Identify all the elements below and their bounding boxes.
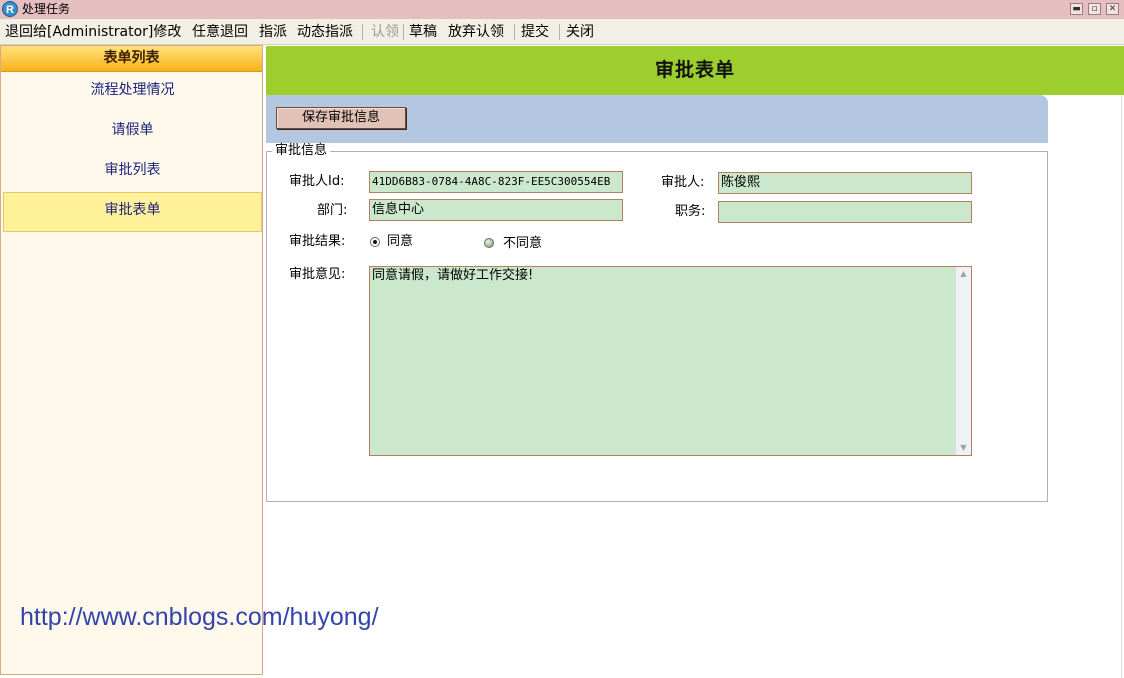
approval-opinion-label: 审批意见: bbox=[289, 267, 346, 282]
approval-result-label: 审批结果: bbox=[289, 234, 346, 249]
menu-claim[interactable]: 认领 bbox=[371, 22, 399, 42]
close-window-button[interactable]: ✕ bbox=[1106, 3, 1119, 15]
approval-opinion-text: 同意请假，请做好工作交接! bbox=[372, 268, 534, 283]
radio-agree-label[interactable]: 同意 bbox=[387, 234, 413, 250]
title-bar: R 处理任务 ▬ ▫ ✕ bbox=[0, 0, 1124, 19]
sidebar-item-approval-list[interactable]: 审批列表 bbox=[3, 152, 262, 188]
approver-id-label: 审批人Id: bbox=[289, 174, 345, 189]
window-title: 处理任务 bbox=[22, 2, 71, 16]
app-window: R 处理任务 ▬ ▫ ✕ 退回给[Administrator]修改 任意退回 指… bbox=[0, 0, 1124, 678]
menu-close[interactable]: 关闭 bbox=[566, 22, 594, 42]
watermark-url: http://www.cnblogs.com/huyong/ bbox=[20, 603, 379, 631]
position-field[interactable] bbox=[718, 201, 972, 223]
sidebar-header: 表单列表 bbox=[1, 46, 262, 72]
page-title: 审批表单 bbox=[266, 46, 1124, 95]
menu-bar: 退回给[Administrator]修改 任意退回 指派 动态指派 认领 草稿 … bbox=[0, 19, 1124, 45]
sidebar-item-process-status[interactable]: 流程处理情况 bbox=[3, 72, 262, 108]
menu-assign[interactable]: 指派 bbox=[259, 22, 287, 42]
menu-separator bbox=[362, 24, 363, 40]
radio-disagree[interactable] bbox=[484, 238, 494, 248]
radio-agree[interactable] bbox=[370, 237, 380, 247]
scroll-up-arrow-icon[interactable]: ▲ bbox=[956, 267, 971, 281]
department-label: 部门: bbox=[317, 203, 348, 218]
textarea-scrollbar[interactable]: ▲ ▼ bbox=[955, 267, 971, 455]
menu-dynamic-assign[interactable]: 动态指派 bbox=[297, 22, 353, 42]
app-logo-icon: R bbox=[2, 1, 18, 17]
approver-id-field[interactable]: 41DD6B83-0784-4A8C-823F-EE5C300554EB bbox=[369, 171, 623, 193]
menu-separator bbox=[559, 24, 560, 40]
menu-draft[interactable]: 草稿 bbox=[409, 22, 437, 42]
maximize-button[interactable]: ▫ bbox=[1088, 3, 1101, 15]
menu-any-return[interactable]: 任意退回 bbox=[192, 22, 248, 42]
menu-return-to-admin[interactable]: 退回给[Administrator]修改 bbox=[5, 22, 181, 42]
menu-separator bbox=[403, 24, 404, 40]
scroll-down-arrow-icon[interactable]: ▼ bbox=[956, 441, 971, 455]
sidebar-item-approval-form[interactable]: 审批表单 bbox=[3, 192, 262, 232]
form-list-sidebar: 表单列表 流程处理情况 请假单 审批列表 审批表单 bbox=[0, 45, 263, 675]
position-label: 职务: bbox=[675, 204, 706, 219]
department-field[interactable]: 信息中心 bbox=[369, 199, 623, 221]
sidebar-item-leave-form[interactable]: 请假单 bbox=[3, 112, 262, 148]
menu-separator bbox=[514, 24, 515, 40]
approval-opinion-textarea[interactable]: 同意请假，请做好工作交接! ▲ ▼ bbox=[369, 266, 972, 456]
minimize-button[interactable]: ▬ bbox=[1070, 3, 1083, 15]
save-approval-button[interactable]: 保存审批信息 bbox=[276, 107, 406, 129]
panel-divider bbox=[1121, 95, 1122, 678]
approver-label: 审批人: bbox=[661, 175, 705, 190]
approver-field[interactable]: 陈俊熙 bbox=[718, 172, 972, 194]
menu-submit[interactable]: 提交 bbox=[521, 22, 549, 42]
radio-disagree-label[interactable]: 不同意 bbox=[503, 236, 542, 252]
menu-give-up-claim[interactable]: 放弃认领 bbox=[448, 22, 504, 42]
fieldset-legend: 审批信息 bbox=[272, 143, 331, 159]
